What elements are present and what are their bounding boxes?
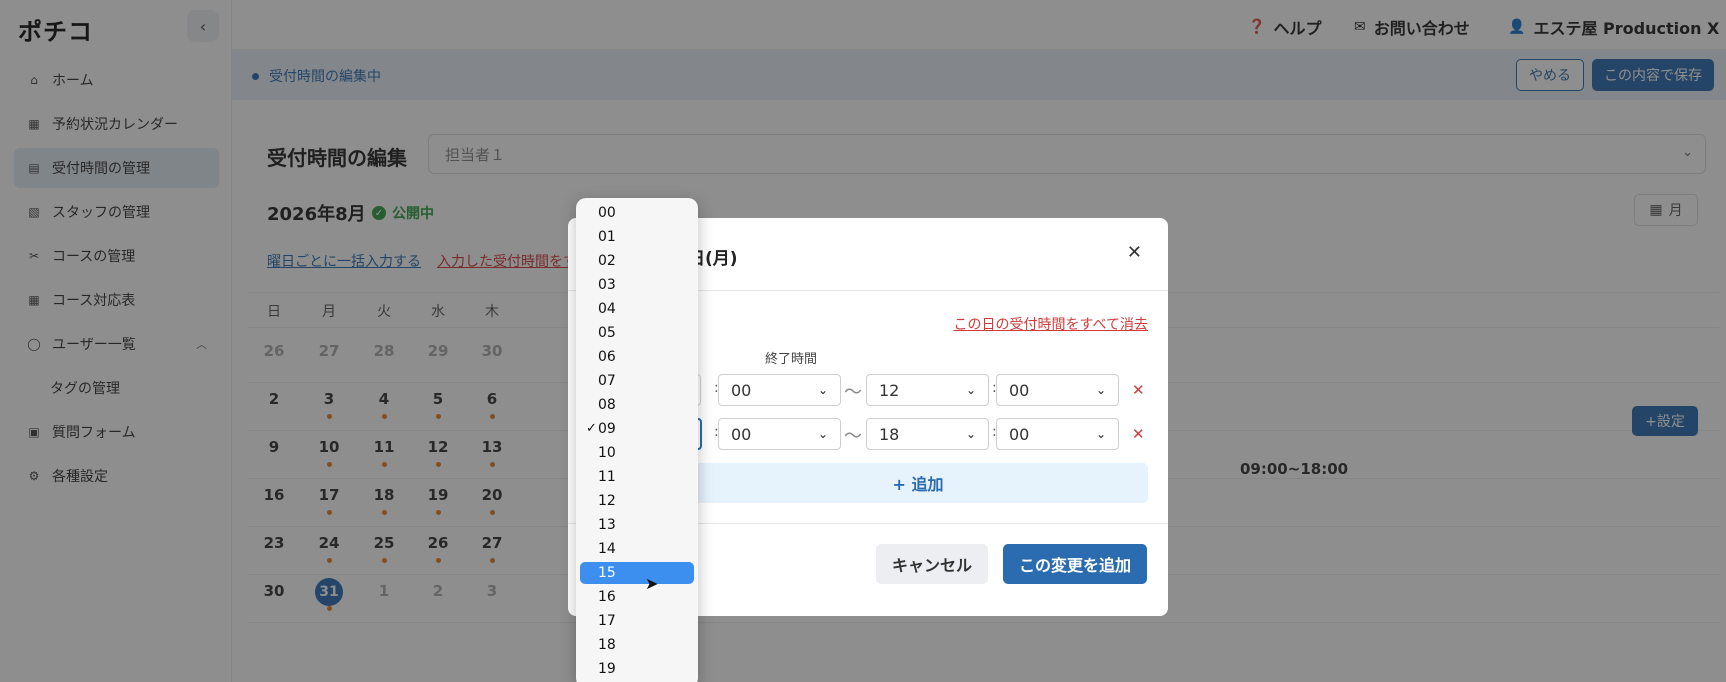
- chevron-down-icon: ⌄: [817, 427, 828, 441]
- start-minute-select-1[interactable]: 00 ⌄: [718, 374, 841, 406]
- hour-option[interactable]: ✓ 09: [580, 418, 694, 440]
- hour-dropdown-list: 00 01 02 03 04 05 06 07 08 ✓ 09 10 11 12 13 14 15 16 17 18 1…: [576, 198, 698, 682]
- hour-option-label: 12: [598, 493, 616, 509]
- chevron-down-icon: ⌄: [817, 383, 828, 397]
- hour-option-label: 00: [598, 205, 616, 221]
- hour-option[interactable]: 00: [580, 202, 694, 224]
- mouse-cursor-icon: ➤: [645, 574, 659, 593]
- hour-option-label: 02: [598, 253, 616, 269]
- hour-option[interactable]: 10: [580, 442, 694, 464]
- end-minute-select-2[interactable]: 00 ⌄: [996, 418, 1119, 450]
- hour-option[interactable]: 03: [580, 274, 694, 296]
- end-minute-select-1[interactable]: 00 ⌄: [996, 374, 1119, 406]
- hour-option-label: 06: [598, 349, 616, 365]
- remove-row-icon[interactable]: ✕: [1132, 381, 1145, 399]
- hour-option[interactable]: 16: [580, 586, 694, 608]
- modal-confirm-button[interactable]: この変更を追加: [1003, 544, 1147, 584]
- hour-option[interactable]: 04: [580, 298, 694, 320]
- range-tilde: 〜: [844, 382, 862, 403]
- hour-option[interactable]: 02: [580, 250, 694, 272]
- start-minute-select-2[interactable]: 00 ⌄: [718, 418, 841, 450]
- hour-option[interactable]: 18: [580, 634, 694, 656]
- hour-option-label: 05: [598, 325, 616, 341]
- hour-option[interactable]: 01: [580, 226, 694, 248]
- hour-option-label: 07: [598, 373, 616, 389]
- hour-option-label: 04: [598, 301, 616, 317]
- chevron-down-icon: ⌄: [965, 427, 976, 441]
- chevron-down-icon: ⌄: [1095, 427, 1106, 441]
- add-time-row-button[interactable]: + 追加: [688, 463, 1148, 503]
- hour-option[interactable]: 08: [580, 394, 694, 416]
- hour-option-label: 14: [598, 541, 616, 557]
- hour-option[interactable]: 17: [580, 610, 694, 632]
- hour-option-label: 18: [598, 637, 616, 653]
- end-time-label: 終了時間: [765, 352, 818, 367]
- end-hour-select-1[interactable]: 12 ⌄: [866, 374, 989, 406]
- hour-option[interactable]: 05: [580, 322, 694, 344]
- hour-option[interactable]: 06: [580, 346, 694, 368]
- clear-day-times-link[interactable]: この日の受付時間をすべて消去: [954, 314, 1148, 334]
- close-icon[interactable]: ✕: [1127, 242, 1142, 263]
- modal-cancel-button[interactable]: キャンセル: [876, 544, 988, 584]
- hour-option[interactable]: 07: [580, 370, 694, 392]
- end-hour-select-2[interactable]: 18 ⌄: [866, 418, 989, 450]
- hour-option-label: 19: [598, 661, 616, 677]
- hour-option[interactable]: 15: [580, 562, 694, 584]
- hour-option-label: 17: [598, 613, 616, 629]
- hour-option[interactable]: 12: [580, 490, 694, 512]
- hour-option[interactable]: 19: [580, 658, 694, 680]
- chevron-down-icon: ⌄: [965, 383, 976, 397]
- hour-option[interactable]: 11: [580, 466, 694, 488]
- hour-option-label: 16: [598, 589, 616, 605]
- hour-option-label: 01: [598, 229, 616, 245]
- hour-option[interactable]: 13: [580, 514, 694, 536]
- checkmark-icon: ✓: [586, 421, 597, 436]
- hour-option-label: 13: [598, 517, 616, 533]
- hour-option-label: 10: [598, 445, 616, 461]
- hour-option-label: 09: [598, 421, 616, 437]
- hour-option-label: 11: [598, 469, 616, 485]
- chevron-down-icon: ⌄: [1095, 383, 1106, 397]
- hour-option-label: 03: [598, 277, 616, 293]
- hour-option-label: 08: [598, 397, 616, 413]
- remove-row-icon[interactable]: ✕: [1132, 425, 1145, 443]
- hour-option-label: 15: [598, 565, 616, 581]
- range-tilde: 〜: [844, 426, 862, 447]
- hour-option[interactable]: 14: [580, 538, 694, 560]
